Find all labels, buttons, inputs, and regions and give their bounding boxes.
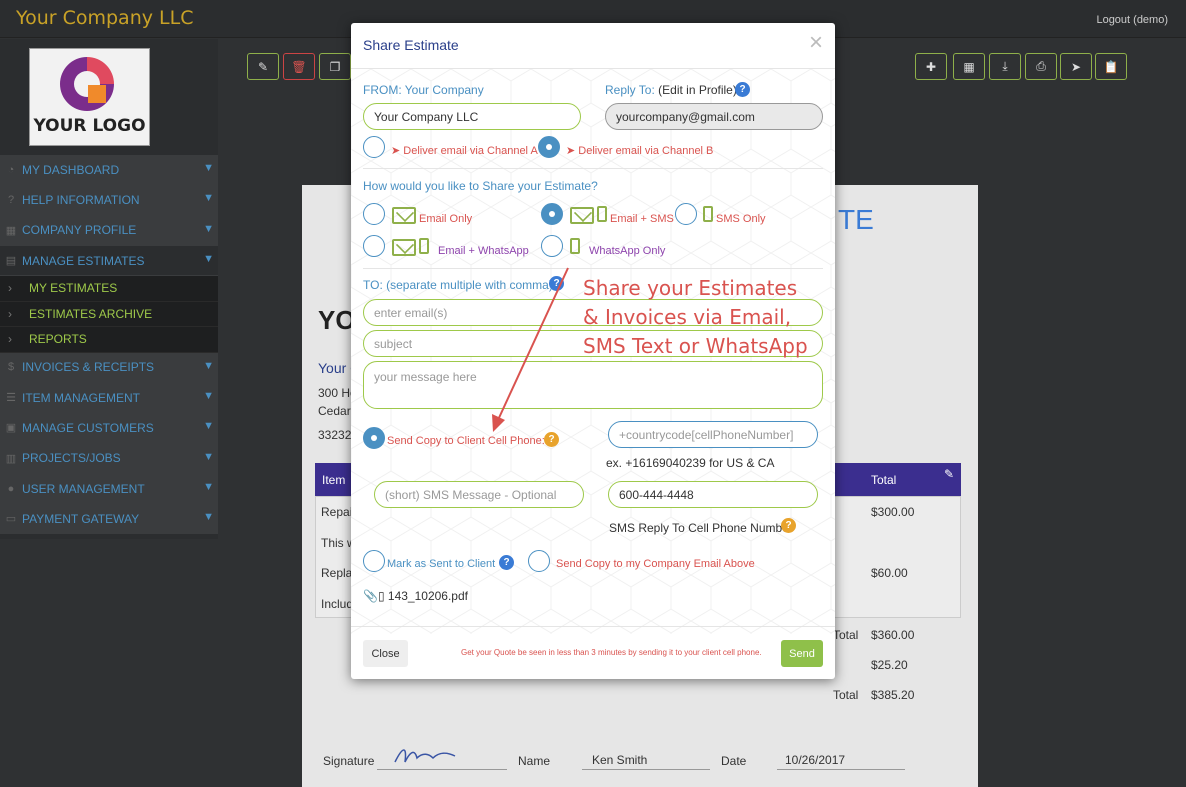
annotation-arrow [492, 267, 569, 432]
